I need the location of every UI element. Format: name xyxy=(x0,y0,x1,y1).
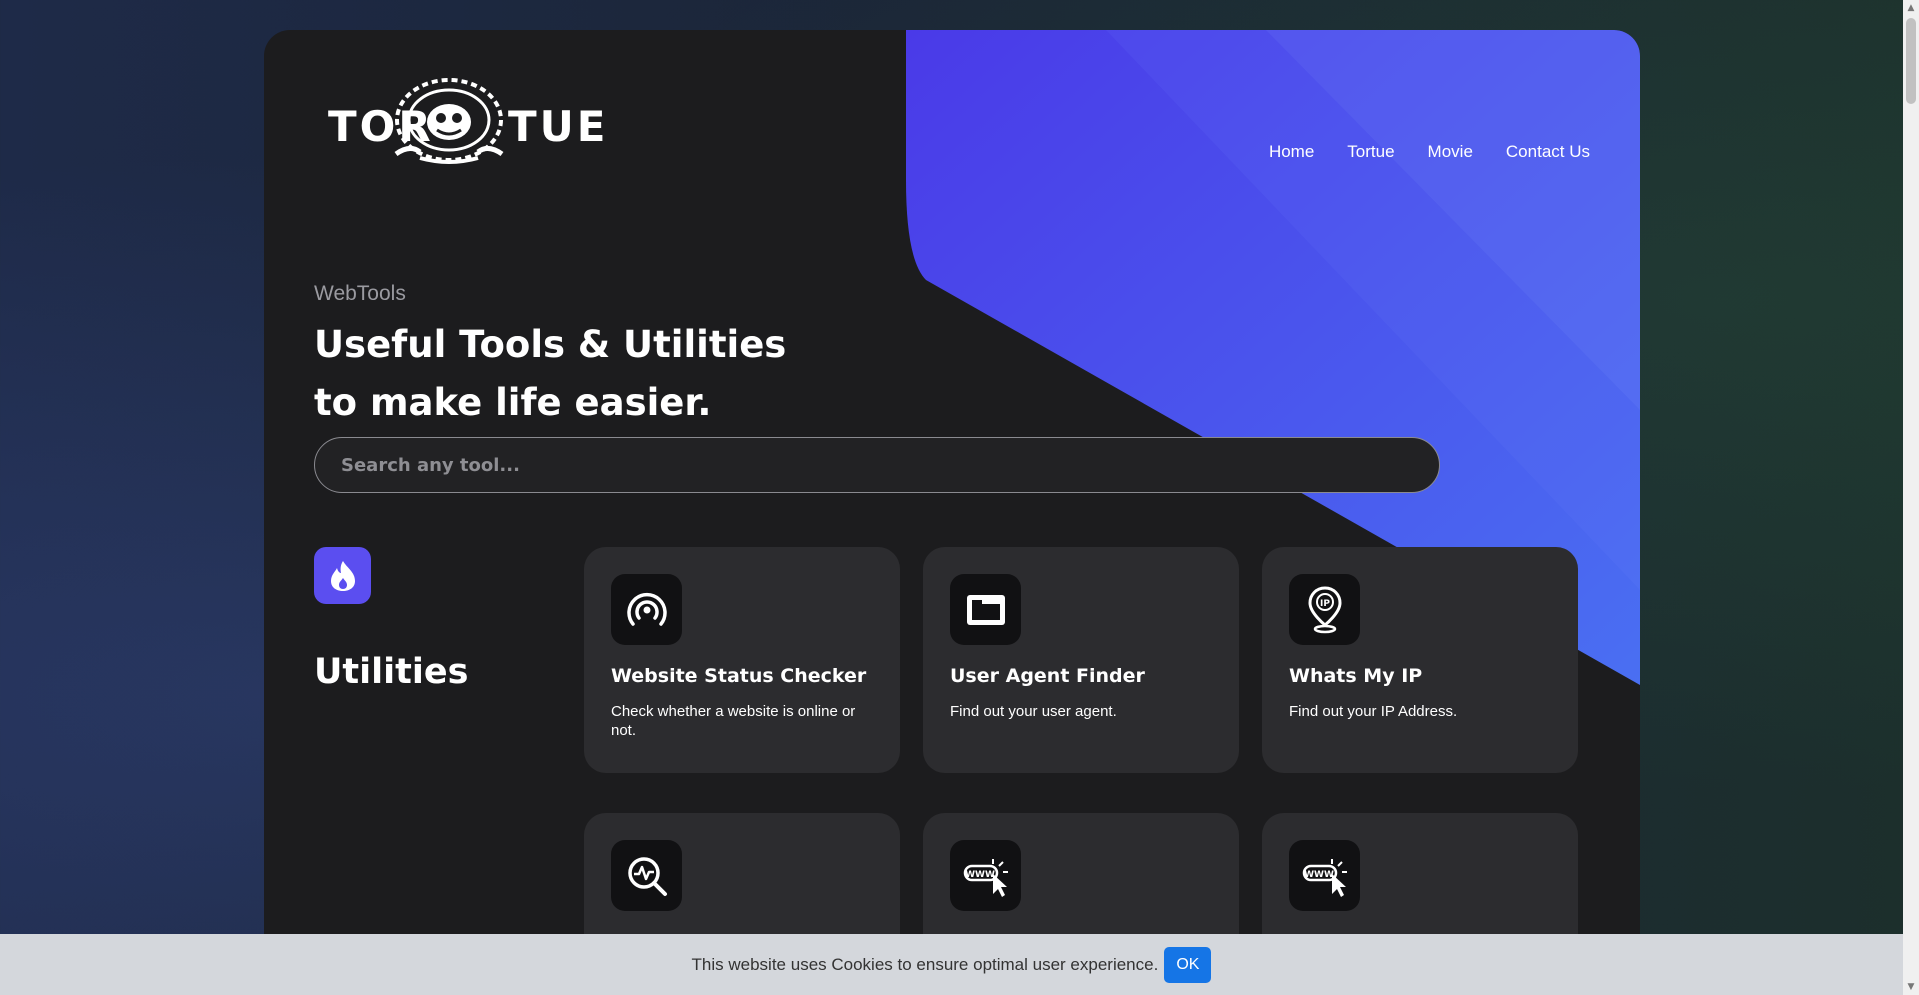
tool-icon-box xyxy=(950,574,1021,645)
tool-description: Find out your IP Address. xyxy=(1289,703,1458,720)
www-cursor-icon: WWW xyxy=(963,858,1008,897)
tool-name: Whats My IP xyxy=(1289,665,1423,687)
nav-tortue[interactable]: Tortue xyxy=(1347,142,1394,162)
hero-title: Useful Tools & Utilities to make life ea… xyxy=(314,316,1014,432)
utilities-badge xyxy=(314,547,371,604)
logo-text-right: TUE xyxy=(508,102,609,151)
cookie-banner: This website uses Cookies to ensure opti… xyxy=(0,934,1903,995)
hero-title-line2: to make life easier. xyxy=(314,381,712,424)
tool-icon-box xyxy=(611,574,682,645)
browser-window-icon xyxy=(966,594,1005,625)
scroll-down-arrow-icon[interactable]: ▼ xyxy=(1903,979,1919,995)
tool-icon-box: IP xyxy=(1289,574,1360,645)
main-nav: Home Tortue Movie Contact Us xyxy=(1269,142,1590,162)
turtle-emblem-icon xyxy=(394,78,504,164)
utilities-title: Utilities xyxy=(314,652,469,692)
hero-eyebrow: WebTools xyxy=(314,282,406,305)
main-card: TOR TUE Home Tortue Movie Contact Us Web… xyxy=(264,30,1640,995)
tool-name: Website Status Checker xyxy=(611,665,867,687)
tool-card-whats-my-ip[interactable]: IP Whats My IP Find out your IP Address. xyxy=(1262,547,1578,773)
tool-icon-box xyxy=(611,840,682,911)
nav-contact-us[interactable]: Contact Us xyxy=(1506,142,1590,162)
scroll-up-arrow-icon[interactable]: ▲ xyxy=(1903,0,1919,16)
nav-movie[interactable]: Movie xyxy=(1428,142,1473,162)
tool-card-website-status-checker[interactable]: Website Status Checker Check whether a w… xyxy=(584,547,900,773)
tool-icon-box: WWW xyxy=(1289,840,1360,911)
broadcast-icon xyxy=(626,592,667,626)
tool-description: Check whether a website is online or not… xyxy=(611,703,856,739)
scrollbar-thumb[interactable] xyxy=(1906,18,1916,104)
tool-name: User Agent Finder xyxy=(950,665,1145,687)
search-activity-icon xyxy=(627,856,667,896)
svg-text:WWW: WWW xyxy=(965,870,995,880)
site-header: TOR TUE Home Tortue Movie Contact Us xyxy=(264,30,1640,220)
ip-location-pin-icon: IP xyxy=(1307,585,1342,633)
cookie-message: This website uses Cookies to ensure opti… xyxy=(691,954,1159,974)
cookie-ok-button[interactable]: OK xyxy=(1164,946,1212,983)
tool-search-input[interactable] xyxy=(314,437,1440,493)
www-cursor-icon: WWW xyxy=(1302,858,1347,897)
page-scrollbar[interactable]: ▲ ▼ xyxy=(1903,0,1919,995)
svg-text:WWW: WWW xyxy=(1304,870,1334,880)
svg-text:IP: IP xyxy=(1320,599,1330,609)
hero-title-line1: Useful Tools & Utilities xyxy=(314,323,787,366)
nav-home[interactable]: Home xyxy=(1269,142,1314,162)
tortue-logo[interactable]: TOR TUE xyxy=(328,74,605,170)
tool-description: Find out your user agent. xyxy=(950,703,1117,720)
flame-icon xyxy=(330,560,355,591)
tool-icon-box: WWW xyxy=(950,840,1021,911)
tool-card-user-agent-finder[interactable]: User Agent Finder Find out your user age… xyxy=(923,547,1239,773)
